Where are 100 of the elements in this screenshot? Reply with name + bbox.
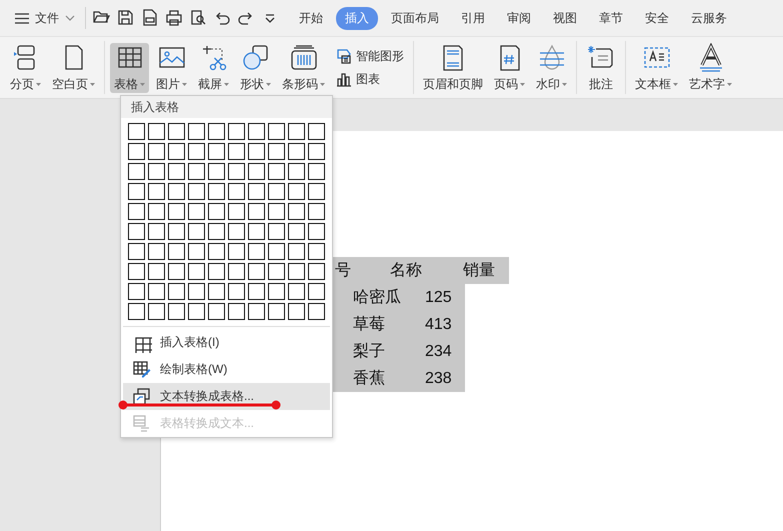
table-size-cell[interactable]	[128, 263, 145, 280]
table-size-cell[interactable]	[228, 203, 245, 220]
table-size-cell[interactable]	[148, 123, 165, 140]
ribbon-tab[interactable]: 审阅	[498, 6, 540, 30]
table-size-cell[interactable]	[308, 243, 325, 260]
table-size-cell[interactable]	[248, 223, 265, 240]
table-size-cell[interactable]	[268, 143, 285, 160]
table-size-cell[interactable]	[188, 283, 205, 300]
table-size-cell[interactable]	[208, 183, 225, 200]
table-size-cell[interactable]	[208, 263, 225, 280]
menu-item[interactable]: 绘制表格(W)	[123, 356, 330, 383]
ribbon-button[interactable]: 水印	[532, 42, 571, 92]
table-size-cell[interactable]	[268, 123, 285, 140]
table-size-cell[interactable]	[168, 223, 185, 240]
table-size-cell[interactable]	[168, 303, 185, 320]
table-size-cell[interactable]	[128, 183, 145, 200]
table-size-cell[interactable]	[148, 243, 165, 260]
table-size-cell[interactable]	[168, 263, 185, 280]
table-size-cell[interactable]	[248, 243, 265, 260]
table-size-cell[interactable]	[308, 263, 325, 280]
table-size-cell[interactable]	[168, 283, 185, 300]
table-size-cell[interactable]	[228, 283, 245, 300]
table-size-cell[interactable]	[288, 303, 305, 320]
table-size-cell[interactable]	[268, 223, 285, 240]
ribbon-button[interactable]: 分页	[6, 42, 45, 92]
table-size-cell[interactable]	[228, 163, 245, 180]
ribbon-button[interactable]: 艺术字	[685, 42, 736, 92]
table-size-cell[interactable]	[188, 223, 205, 240]
ribbon-button[interactable]: 图表	[336, 70, 404, 88]
table-size-cell[interactable]	[128, 123, 145, 140]
table-size-cell[interactable]	[268, 303, 285, 320]
table-size-cell[interactable]	[208, 163, 225, 180]
table-size-cell[interactable]	[208, 123, 225, 140]
table-size-cell[interactable]	[268, 203, 285, 220]
table-size-cell[interactable]	[188, 203, 205, 220]
ribbon-tab[interactable]: 云服务	[682, 6, 736, 30]
table-size-cell[interactable]	[308, 203, 325, 220]
table-size-cell[interactable]	[128, 143, 145, 160]
table-size-cell[interactable]	[248, 303, 265, 320]
table-size-cell[interactable]	[148, 303, 165, 320]
table-size-cell[interactable]	[248, 183, 265, 200]
table-size-cell[interactable]	[168, 143, 185, 160]
table-size-cell[interactable]	[168, 203, 185, 220]
table-size-cell[interactable]	[148, 183, 165, 200]
table-size-cell[interactable]	[188, 263, 205, 280]
table-size-cell[interactable]	[228, 223, 245, 240]
table-size-cell[interactable]	[128, 203, 145, 220]
ribbon-tab[interactable]: 开始	[290, 6, 332, 30]
table-size-cell[interactable]	[308, 163, 325, 180]
table-size-cell[interactable]	[188, 143, 205, 160]
ribbon-button[interactable]: 页眉和页脚	[419, 42, 487, 92]
table-size-cell[interactable]	[208, 243, 225, 260]
ribbon-tab[interactable]: 视图	[544, 6, 586, 30]
table-size-cell[interactable]	[148, 163, 165, 180]
table-size-cell[interactable]	[268, 263, 285, 280]
table-size-cell[interactable]	[228, 303, 245, 320]
table-size-cell[interactable]	[228, 123, 245, 140]
table-size-cell[interactable]	[188, 243, 205, 260]
table-size-cell[interactable]	[248, 123, 265, 140]
table-size-cell[interactable]	[128, 303, 145, 320]
ribbon-button[interactable]: 批注	[582, 42, 620, 92]
ribbon-button[interactable]: 页码	[490, 42, 529, 92]
table-size-cell[interactable]	[188, 303, 205, 320]
table-size-cell[interactable]	[128, 163, 145, 180]
table-size-cell[interactable]	[288, 223, 305, 240]
table-size-cell[interactable]	[268, 183, 285, 200]
ribbon-tab[interactable]: 安全	[636, 6, 678, 30]
ribbon-button[interactable]: 形状	[236, 42, 275, 92]
table-size-cell[interactable]	[228, 183, 245, 200]
table-size-cell[interactable]	[228, 243, 245, 260]
table-size-cell[interactable]	[168, 123, 185, 140]
ribbon-button[interactable]: 智能图形	[336, 48, 404, 64]
table-size-cell[interactable]	[268, 243, 285, 260]
ribbon-button[interactable]: 条形码	[278, 42, 329, 92]
table-size-cell[interactable]	[248, 143, 265, 160]
menu-item[interactable]: 插入表格(I)	[123, 329, 330, 356]
table-size-cell[interactable]	[288, 243, 305, 260]
table-size-cell[interactable]	[248, 163, 265, 180]
table-size-cell[interactable]	[288, 163, 305, 180]
ribbon-tab[interactable]: 引用	[452, 6, 494, 30]
table-size-cell[interactable]	[248, 283, 265, 300]
table-size-cell[interactable]	[308, 123, 325, 140]
table-size-cell[interactable]	[308, 183, 325, 200]
table-size-cell[interactable]	[228, 143, 245, 160]
ribbon-button[interactable]: 图片	[152, 42, 191, 92]
table-size-cell[interactable]	[128, 223, 145, 240]
ribbon-tab[interactable]: 页面布局	[382, 6, 448, 30]
ribbon-button[interactable]: 文本框	[631, 42, 682, 92]
table-size-cell[interactable]	[128, 243, 145, 260]
table-size-cell[interactable]	[288, 283, 305, 300]
table-size-cell[interactable]	[208, 223, 225, 240]
ribbon-tab[interactable]: 章节	[590, 6, 632, 30]
table-size-cell[interactable]	[308, 303, 325, 320]
table-size-cell[interactable]	[148, 143, 165, 160]
table-size-cell[interactable]	[168, 163, 185, 180]
table-size-cell[interactable]	[188, 123, 205, 140]
table-size-cell[interactable]	[268, 163, 285, 180]
ribbon-button[interactable]: 表格	[110, 42, 149, 92]
table-size-cell[interactable]	[308, 223, 325, 240]
menu-item[interactable]: 文本转换成表格...	[123, 383, 330, 410]
